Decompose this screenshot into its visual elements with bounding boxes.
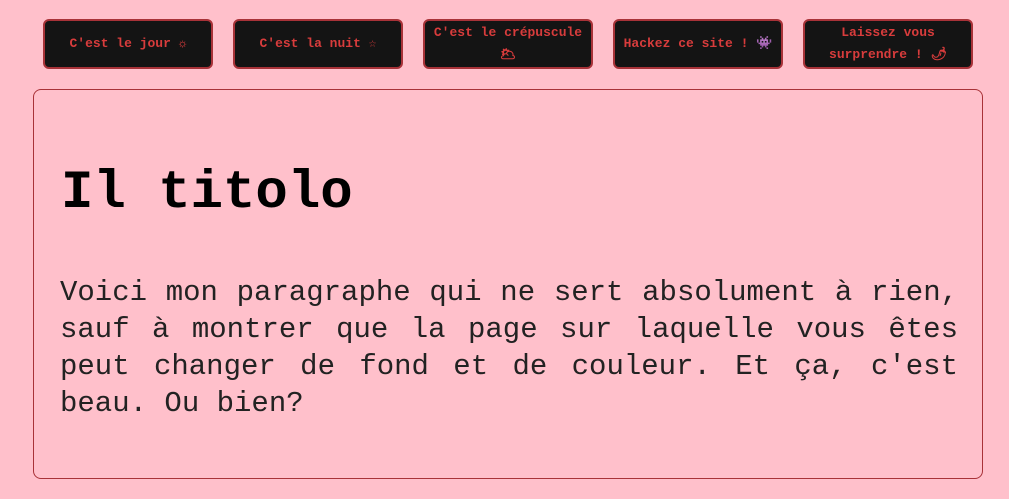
surprise-theme-button[interactable]: Laissez vous surprendre ! 🌶 <box>803 19 973 69</box>
night-theme-button[interactable]: C'est la nuit ☆ <box>233 19 403 69</box>
day-theme-button[interactable]: C'est le jour ☼ <box>43 19 213 69</box>
hack-theme-label: Hackez ce site ! 👾 <box>623 36 773 51</box>
surprise-theme-label: Laissez vous surprendre ! 🌶 <box>829 25 947 62</box>
content-card: Il titolo Voici mon paragraphe qui ne se… <box>33 89 983 479</box>
body-paragraph: Voici mon paragraphe qui ne sert absolum… <box>60 276 958 420</box>
hack-theme-button[interactable]: Hackez ce site ! 👾 <box>613 19 783 69</box>
day-theme-label: C'est le jour ☼ <box>69 36 187 51</box>
night-theme-label: C'est la nuit ☆ <box>259 36 377 51</box>
twilight-theme-label: C'est le crépuscule 🌥 <box>433 25 583 62</box>
page-title: Il titolo <box>61 163 353 224</box>
twilight-theme-button[interactable]: C'est le crépuscule 🌥 <box>423 19 593 69</box>
theme-toolbar: C'est le jour ☼ C'est la nuit ☆ C'est le… <box>43 19 973 69</box>
